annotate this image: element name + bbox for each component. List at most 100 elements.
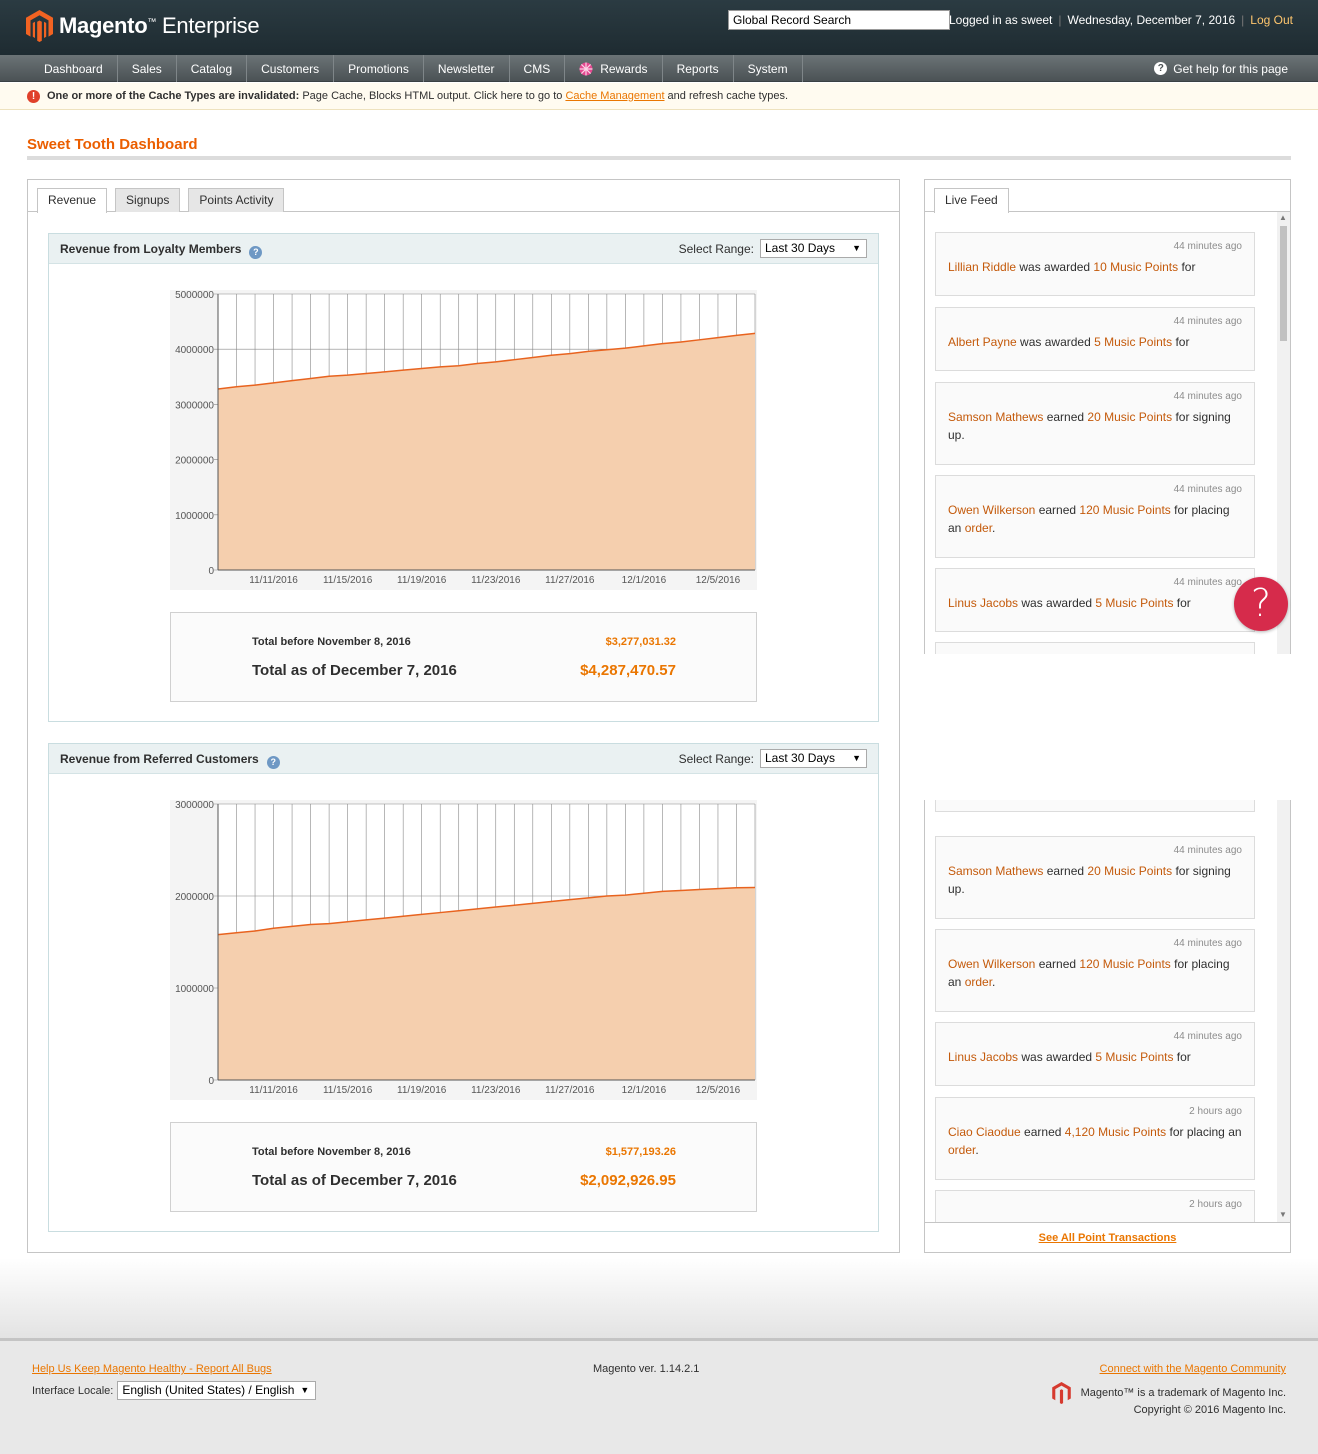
range-select[interactable]: Last 30 Days ▼ <box>760 749 867 768</box>
points-link[interactable]: 20 Music Points <box>1087 864 1172 878</box>
nav-sales[interactable]: Sales <box>118 55 177 82</box>
page-title: Sweet Tooth Dashboard <box>27 136 198 153</box>
customer-link[interactable]: Linus Jacobs <box>948 596 1018 610</box>
rewards-candy-icon <box>579 62 593 75</box>
nav-cms[interactable]: CMS <box>510 55 566 82</box>
x-tick-label: 11/11/2016 <box>249 1085 298 1096</box>
nav-newsletter[interactable]: Newsletter <box>424 55 510 82</box>
customer-link[interactable]: Lillian Riddle <box>948 260 1016 274</box>
feed-item: 44 minutes ago Linus Jacobs was awarded … <box>935 568 1255 632</box>
order-link[interactable]: order <box>948 1143 975 1157</box>
copyright-text: Copyright © 2016 Magento Inc. <box>1133 1404 1286 1416</box>
feed-text: Owen Wilkerson earned 120 Music Points f… <box>948 503 1230 535</box>
nav-reports[interactable]: Reports <box>663 55 734 82</box>
nav-system[interactable]: System <box>734 55 803 82</box>
trademark-line: Magento™ is a trademark of Magento Inc. <box>1051 1382 1286 1404</box>
help-bubble-button[interactable]: ? <box>1234 577 1288 631</box>
scroll-thumb[interactable] <box>1280 226 1287 341</box>
points-link[interactable]: 120 Music Points <box>1079 957 1170 971</box>
points-link[interactable]: 10 Music Points <box>1093 260 1178 274</box>
points-link[interactable]: 5 Music Points <box>1094 335 1172 349</box>
nav-dashboard[interactable]: Dashboard <box>30 55 118 82</box>
x-tick-label: 12/5/2016 <box>696 1085 741 1096</box>
x-tick-label: 11/27/2016 <box>545 1085 595 1096</box>
page-bottom-band <box>0 1258 1318 1338</box>
points-link[interactable]: 4,120 Music Points <box>1065 1125 1166 1139</box>
tab-live-feed[interactable]: Live Feed <box>934 188 1009 213</box>
total-now-label: Total as of December 7, 2016 <box>252 662 457 679</box>
tab-signups[interactable]: Signups <box>115 188 181 212</box>
nav-customers[interactable]: Customers <box>247 55 335 82</box>
magento-small-logo-icon <box>1051 1382 1071 1404</box>
cache-notice[interactable]: ! One or more of the Cache Types are inv… <box>0 83 1318 110</box>
points-link[interactable]: 5 Music Points <box>1095 596 1173 610</box>
totals-box: Total before November 8, 2016 $1,577,193… <box>170 1122 757 1212</box>
feed-text: Linus Jacobs was awarded 5 Music Points … <box>948 1050 1191 1064</box>
section-header: Revenue from Referred Customers? Select … <box>49 744 878 774</box>
scroll-down-arrow-icon[interactable]: ▼ <box>1279 1210 1287 1219</box>
cache-management-link[interactable]: Cache Management <box>565 90 664 102</box>
tab-points-activity[interactable]: Points Activity <box>188 188 285 212</box>
customer-link[interactable]: Owen Wilkerson <box>948 503 1035 517</box>
feed-time: 44 minutes ago <box>1173 391 1242 402</box>
range-select[interactable]: Last 30 Days ▼ <box>760 239 867 258</box>
range-label: Select Range: <box>678 241 754 256</box>
total-before-value: $3,277,031.32 <box>605 636 676 648</box>
points-link[interactable]: 5 Music Points <box>1095 1050 1173 1064</box>
header-date: Wednesday, December 7, 2016 <box>1067 13 1236 27</box>
y-tick-label: 4000000 <box>175 345 214 356</box>
nav-catalog[interactable]: Catalog <box>177 55 248 82</box>
y-tick-label: 0 <box>208 566 214 577</box>
info-help-icon[interactable]: ? <box>266 756 280 769</box>
see-all-transactions-link[interactable]: See All Point Transactions <box>1039 1232 1177 1244</box>
magento-logo[interactable]: Magento™ Enterprise <box>26 10 260 42</box>
report-bugs-link[interactable]: Help Us Keep Magento Healthy - Report Al… <box>32 1363 272 1375</box>
customer-link[interactable]: Samson Mathews <box>948 864 1043 878</box>
customer-link[interactable]: Albert Payne <box>948 335 1017 349</box>
community-link[interactable]: Connect with the Magento Community <box>1100 1363 1286 1375</box>
x-tick-label: 12/1/2016 <box>622 1085 667 1096</box>
error-icon: ! <box>27 90 40 103</box>
customer-link[interactable]: Ciao Ciaodue <box>948 1125 1021 1139</box>
dashboard-tabs: Revenue Signups Points Activity <box>37 188 292 213</box>
feed-item: 44 minutes ago Albert Payne was awarded … <box>935 307 1255 371</box>
nav-rewards[interactable]: Rewards <box>565 55 663 82</box>
feed-item: 44 minutes ago Lillian Riddle was awarde… <box>935 232 1255 296</box>
logout-link[interactable]: Log Out <box>1250 13 1293 27</box>
info-help-icon[interactable]: ? <box>249 246 263 259</box>
customer-link[interactable]: Samson Mathews <box>948 410 1043 424</box>
trademark-text: Magento™ is a trademark of Magento Inc. <box>1080 1387 1286 1399</box>
feed-text: Albert Payne was awarded 5 Music Points … <box>948 335 1190 349</box>
customer-link[interactable]: Linus Jacobs <box>948 1050 1018 1064</box>
nav-promotions[interactable]: Promotions <box>334 55 424 82</box>
order-link[interactable]: order <box>965 975 992 989</box>
loyalty-revenue-chart: 0 1000000 2000000 3000000 4000000 5000000 11/1… <box>170 290 757 590</box>
scroll-up-arrow-icon[interactable]: ▲ <box>1279 213 1287 222</box>
help-link[interactable]: ? Get help for this page <box>1154 55 1288 82</box>
locale-label: Interface Locale: <box>32 1384 114 1397</box>
locale-select[interactable]: English (United States) / English ▼ <box>117 1381 317 1400</box>
magento-version: Magento ver. 1.14.2.1 <box>593 1363 700 1375</box>
y-tick-label: 5000000 <box>175 290 214 301</box>
feed-time: 44 minutes ago <box>1173 241 1242 252</box>
dropdown-arrow-icon: ▼ <box>852 243 861 253</box>
y-tick-label: 3000000 <box>175 800 214 811</box>
x-tick-label: 11/15/2016 <box>323 1085 373 1096</box>
section-header: Revenue from Loyalty Members? Select Ran… <box>49 234 878 264</box>
feed-time: 44 minutes ago <box>1173 316 1242 327</box>
feed-time: 44 minutes ago <box>1173 845 1242 856</box>
y-tick-label: 1000000 <box>175 984 214 995</box>
x-tick-label: 11/27/2016 <box>545 575 595 586</box>
order-link[interactable]: order <box>965 521 992 535</box>
customer-link[interactable]: Owen Wilkerson <box>948 957 1035 971</box>
feed-item: 44 minutes ago Owen Wilkerson earned 120… <box>935 475 1255 558</box>
footer: Help Us Keep Magento Healthy - Report Al… <box>0 1338 1318 1454</box>
points-link[interactable]: 120 Music Points <box>1079 503 1170 517</box>
tab-revenue[interactable]: Revenue <box>37 188 108 213</box>
total-now-value: $4,287,470.57 <box>580 662 676 679</box>
points-link[interactable]: 20 Music Points <box>1087 410 1172 424</box>
referred-revenue-chart: 0 1000000 2000000 3000000 11/11/2016 11/15/20… <box>170 800 757 1100</box>
global-record-search-input[interactable] <box>728 10 950 30</box>
y-tick-label: 3000000 <box>175 400 214 411</box>
header: Magento™Enterprise Logged in as sweet|We… <box>0 0 1318 55</box>
